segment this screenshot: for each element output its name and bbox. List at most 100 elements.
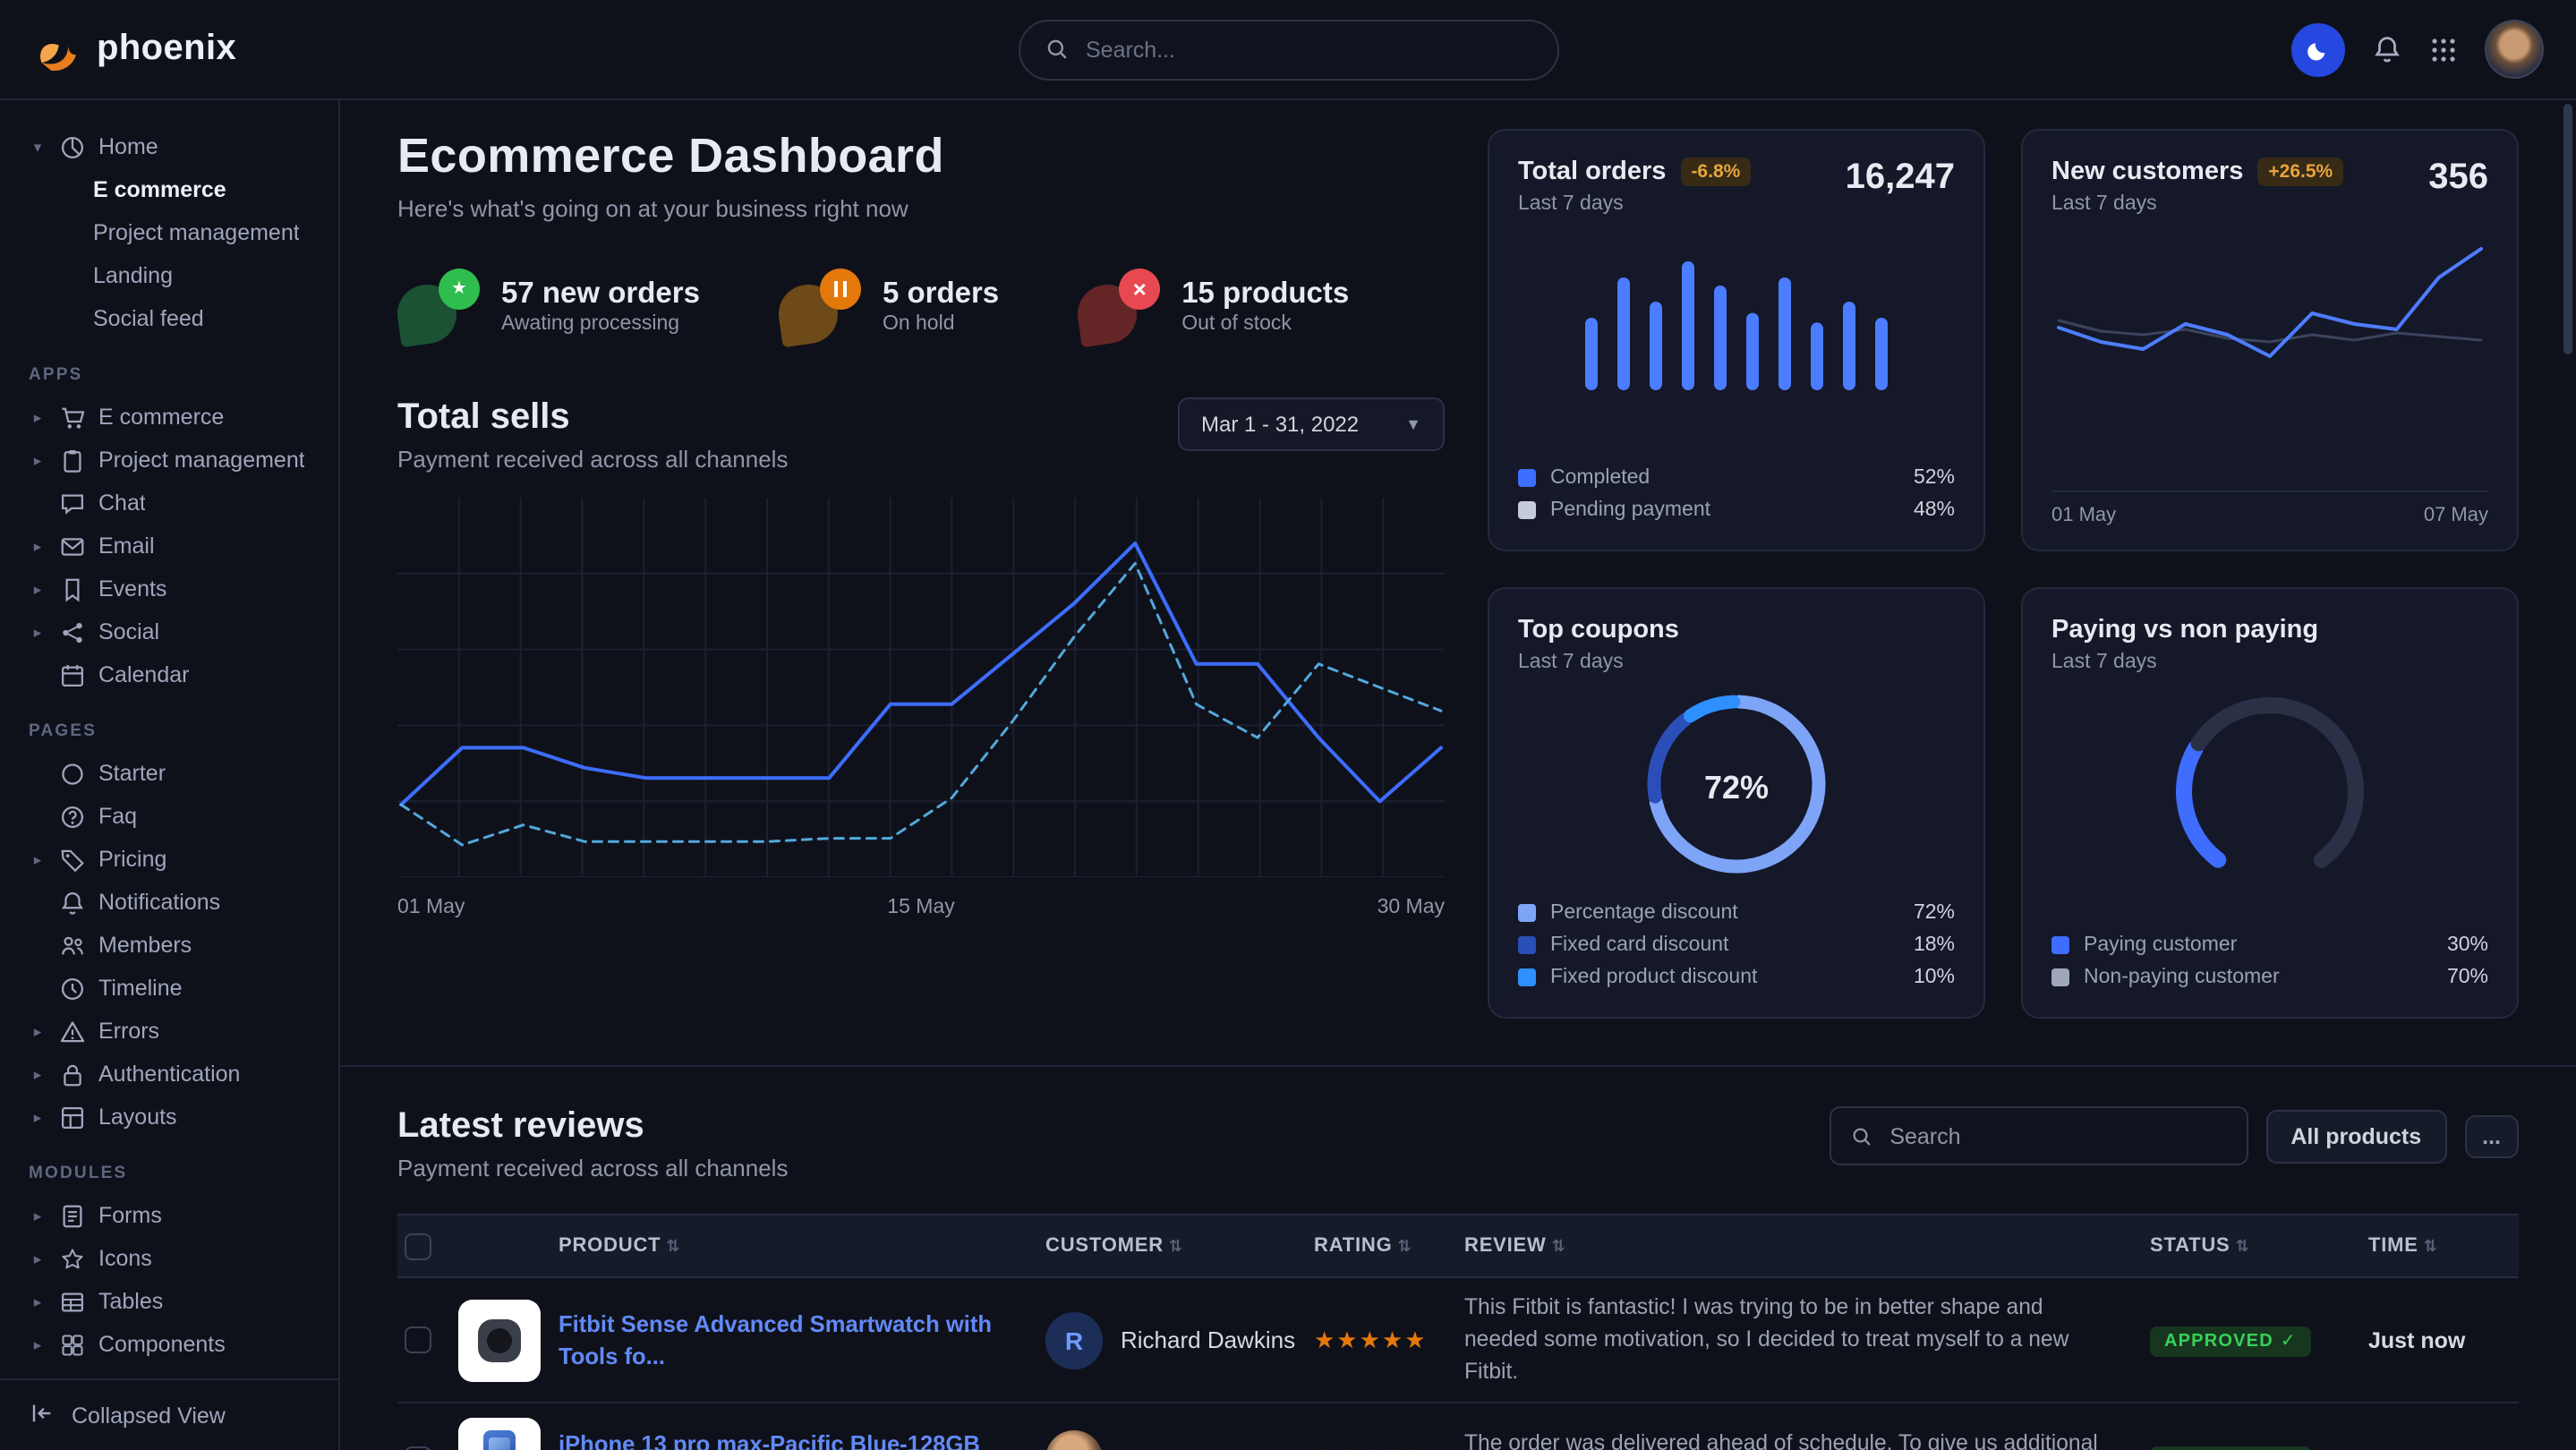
row-checkbox[interactable] [405,1446,431,1450]
collapsed-view-toggle[interactable]: Collapsed View [0,1378,338,1450]
sidebar-item-timeline[interactable]: Timeline [21,967,320,1010]
theme-toggle-button[interactable] [2291,22,2345,76]
chevron-right-icon: ▸ [29,1021,47,1041]
sidebar-item-project-management-dashboard[interactable]: Project management [90,211,320,254]
sidebar-item-app-ecommerce[interactable]: ▸ E commerce [21,396,320,439]
app: phoenix [0,0,2576,1450]
date-range-select[interactable]: Mar 1 - 31, 2022 ▼ [1178,397,1445,451]
new-customers-card: New customers +26.5% Last 7 days 356 01 … [2021,129,2519,551]
sidebar-item-home[interactable]: ▾ Home [21,125,320,168]
sidebar-item-tables[interactable]: ▸ Tables [21,1280,320,1323]
row-checkbox[interactable] [405,1326,431,1353]
reviews-table: PRODUCT⇅ CUSTOMER⇅ RATING⇅ REVIEW⇅ STATU… [397,1214,2519,1450]
moon-icon [2306,37,2331,62]
status-badge: APPROVED✓ [2150,1446,2311,1450]
sidebar-item-forms[interactable]: ▸ Forms [21,1194,320,1237]
sort-icon: ⇅ [2424,1237,2438,1255]
table-row: Fitbit Sense Advanced Smartwatch with To… [397,1278,2519,1404]
reviews-search[interactable] [1829,1106,2248,1165]
global-search[interactable] [1018,19,1558,80]
chevron-right-icon: ▸ [29,1107,47,1127]
sidebar-section-modules: MODULES [29,1164,320,1183]
select-all-checkbox[interactable] [405,1232,431,1259]
share-icon [59,618,86,645]
pause-icon [779,269,861,344]
status-badge: APPROVED✓ [2150,1326,2311,1357]
more-options-button[interactable]: ... [2464,1114,2519,1157]
review-text: This Fitbit is fantastic! I was trying t… [1464,1292,2150,1388]
sidebar-item-app-chat[interactable]: Chat [21,482,320,525]
sidebar-item-components[interactable]: ▸ Components [21,1323,320,1366]
apps-grid-button[interactable] [2429,35,2458,64]
change-badge: +26.5% [2257,158,2343,186]
reviews-toolbar: All products ... [1829,1106,2519,1165]
sidebar: ▾ Home E commerce Project management Lan… [0,100,340,1450]
product-image [458,1419,541,1450]
sidebar-item-starter[interactable]: Starter [21,752,320,795]
latest-reviews-subtitle: Payment received across all channels [397,1155,788,1181]
column-product[interactable]: PRODUCT⇅ [559,1235,1045,1257]
search-icon [1850,1125,1872,1147]
time-cell: Just now [2368,1327,2519,1352]
brand-logo[interactable]: phoenix [32,24,340,74]
sidebar-item-app-email[interactable]: ▸ Email [21,525,320,567]
stat-out-of-stock: × 15 products Out of stock [1078,269,1349,344]
phoenix-logo-icon [32,24,82,74]
cart-icon [59,404,86,431]
quick-stats: ★ 57 new orders Awating processing [397,269,1445,344]
avatar [1045,1431,1103,1450]
column-customer[interactable]: CUSTOMER⇅ [1045,1235,1314,1257]
search-input[interactable] [1082,35,1531,64]
new-customers-axis: 01 May 07 May [2051,490,2488,526]
brand-name: phoenix [97,29,236,70]
sidebar-item-layouts[interactable]: ▸ Layouts [21,1096,320,1139]
sidebar-item-icons[interactable]: ▸ Icons [21,1237,320,1280]
sidebar-item-errors[interactable]: ▸ Errors [21,1010,320,1053]
legend-fixed-card-discount: Fixed card discount 18% [1518,929,1955,961]
sidebar-item-authentication[interactable]: ▸ Authentication [21,1053,320,1096]
user-avatar[interactable] [2485,20,2544,79]
sidebar-item-ecommerce-dashboard[interactable]: E commerce [90,168,320,211]
total-sells-subtitle: Payment received across all channels [397,446,788,473]
clipboard-icon [59,447,86,473]
product-link[interactable]: Fitbit Sense Advanced Smartwatch with To… [559,1309,1045,1371]
users-icon [59,932,86,959]
reviews-search-input[interactable] [1886,1122,2226,1150]
customer-cell: R Richard Dawkins [1045,1311,1314,1369]
product-link[interactable]: iPhone 13 pro max-Pacific Blue-128GB sto… [559,1429,1045,1450]
total-orders-card: Total orders -6.8% Last 7 days 16,247 [1488,129,1985,551]
navbar-actions [2291,20,2544,79]
chevron-right-icon: ▸ [29,622,47,642]
column-rating[interactable]: RATING⇅ [1314,1235,1464,1257]
collapse-icon [29,1399,55,1431]
sidebar-item-members[interactable]: Members [21,924,320,967]
sidebar-item-landing[interactable]: Landing [90,254,320,297]
sidebar-section-pages: PAGES [29,721,320,741]
page-subtitle: Here's what's going on at your business … [397,195,1445,222]
legend-paying-customer: Paying customer 30% [2051,929,2488,961]
sidebar-item-app-project-management[interactable]: ▸ Project management [21,439,320,482]
top-navbar: phoenix [0,0,2576,100]
grid-nine-dots-icon [2429,35,2458,64]
calendar-icon [59,661,86,688]
review-text: The order was delivered ahead of schedul… [1464,1428,2150,1450]
sidebar-item-app-social[interactable]: ▸ Social [21,610,320,653]
notifications-button[interactable] [2372,34,2402,64]
chat-icon [59,490,86,516]
chevron-right-icon: ▸ [29,1064,47,1084]
column-time[interactable]: TIME⇅ [2368,1235,2519,1257]
rating-stars: ★★★★★ [1314,1326,1464,1354]
column-review[interactable]: REVIEW⇅ [1464,1235,2150,1257]
question-icon [59,803,86,830]
sidebar-item-app-events[interactable]: ▸ Events [21,567,320,610]
chevron-right-icon: ▸ [29,849,47,869]
sidebar-item-app-calendar[interactable]: Calendar [21,653,320,696]
sidebar-item-faq[interactable]: Faq [21,795,320,838]
sidebar-item-notifications[interactable]: Notifications [21,881,320,924]
scrollbar-thumb[interactable] [2563,104,2572,354]
sidebar-item-pricing[interactable]: ▸ Pricing [21,838,320,881]
column-status[interactable]: STATUS⇅ [2150,1235,2368,1257]
total-sells-line-chart [397,498,1445,877]
all-products-button[interactable]: All products [2265,1109,2446,1163]
sidebar-item-social-feed[interactable]: Social feed [90,297,320,340]
